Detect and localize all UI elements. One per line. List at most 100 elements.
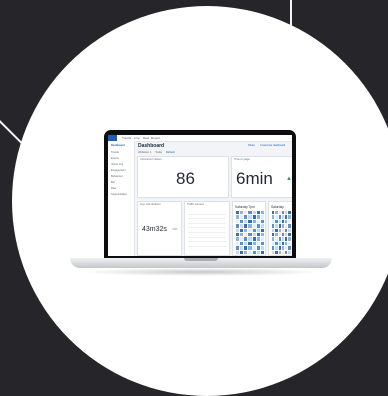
sidebar-item-behaviour[interactable]: Behaviour — [111, 175, 123, 178]
heatmap-cell — [257, 246, 260, 249]
heatmap-cell — [272, 251, 274, 254]
heatmap-cell — [279, 215, 281, 218]
heatmap-cell — [236, 246, 239, 249]
heatmap-cell — [240, 237, 243, 240]
tab-raw[interactable]: Raw — [143, 136, 149, 140]
heatmap-cell — [261, 242, 264, 245]
heatmap-cell — [236, 255, 239, 256]
heatmap-cell — [244, 246, 247, 249]
heatmap-cell — [261, 211, 264, 214]
sidebar-item-engagement[interactable]: Engagement — [111, 169, 126, 172]
customise-dashboard-link[interactable]: Customise dashboard — [260, 144, 285, 147]
heatmap — [272, 211, 292, 256]
tab-report[interactable]: Report — [151, 136, 160, 140]
heatmap-cell — [244, 220, 247, 223]
laptop: Trends Live Raw Report Dashboard Trends … — [70, 130, 332, 276]
heatmap-cell — [282, 224, 284, 227]
heatmap-cell — [282, 255, 284, 256]
heatmap-cell — [244, 255, 247, 256]
heatmap-cell — [275, 233, 277, 236]
heatmap-cell — [279, 233, 281, 236]
heatmap-cell — [288, 215, 290, 218]
heatmap-cell — [257, 220, 260, 223]
refresh-button[interactable]: Refresh — [166, 151, 175, 154]
heatmap-cell — [244, 229, 247, 232]
heatmap-cell — [285, 224, 287, 227]
filter-bar: Websites: 1 Today Refresh — [138, 151, 175, 154]
tab-live[interactable]: Live — [134, 136, 140, 140]
heatmap-cell — [272, 246, 274, 249]
heatmap-cell — [244, 233, 247, 236]
heatmap-cell — [288, 229, 290, 232]
table-row — [188, 242, 226, 247]
card-title: Traffic sources — [187, 203, 204, 206]
heatmap-cell — [288, 224, 290, 227]
heatmap-cell — [248, 220, 251, 223]
heatmap-cell — [248, 233, 251, 236]
traffic-sources-card: Traffic sources — [184, 201, 230, 256]
heatmap-cell — [282, 215, 284, 218]
heatmap-cell — [236, 224, 239, 227]
heatmap-cell — [285, 233, 287, 236]
sidebar-item-raw[interactable]: Raw — [111, 187, 116, 190]
heatmap — [236, 211, 264, 256]
heatmap-cell — [261, 220, 264, 223]
heatmap-cell — [236, 211, 239, 214]
heatmap-cell — [257, 242, 260, 245]
heatmap-cell — [285, 251, 287, 254]
heatmap-cell — [257, 229, 260, 232]
heatmap-cell — [248, 211, 251, 214]
heatmap-cell — [261, 229, 264, 232]
heatmap-cell — [288, 242, 290, 245]
trend-up-icon: ▲ — [286, 176, 292, 182]
heatmap-cell — [248, 255, 251, 256]
website-filter[interactable]: Websites: 1 — [138, 151, 152, 154]
date-filter[interactable]: Today — [155, 151, 162, 154]
sidebar-item-trends[interactable]: Trends — [111, 151, 119, 154]
heatmap-cell — [248, 237, 251, 240]
sidebar-item-bot[interactable]: Bot — [111, 181, 115, 184]
heatmap-cell — [272, 215, 274, 218]
laptop-notch — [184, 258, 218, 261]
heatmap-cell — [248, 229, 251, 232]
heatmap-cell — [240, 255, 243, 256]
metric-value: 43m32s — [142, 226, 167, 233]
heatmap-cell — [257, 255, 260, 256]
heatmap-cell — [279, 251, 281, 254]
trend-delta: +5% — [172, 228, 177, 231]
heatmap-cell — [285, 215, 287, 218]
heatmap-cell — [244, 215, 247, 218]
heatmap-cell — [248, 242, 251, 245]
heatmap-cell — [272, 220, 274, 223]
sidebar-item-dashboard[interactable]: Dashboard — [111, 144, 125, 147]
heatmap-cell — [279, 211, 281, 214]
heatmap-cell — [261, 246, 264, 249]
heatmap-cell — [279, 220, 281, 223]
heatmap-cell — [240, 246, 243, 249]
avg-visit-duration-card: Avg. visit duration 43m32s +5% — [137, 201, 182, 256]
tab-trends[interactable]: Trends — [122, 136, 131, 140]
sidebar-item-events[interactable]: Events — [111, 157, 119, 160]
sidebar-item-segmentation[interactable]: Segmentation — [111, 193, 127, 196]
share-link[interactable]: Share — [248, 144, 255, 147]
sidebar-item-visitor-log[interactable]: Visitor Log — [111, 163, 123, 166]
heatmap-cell — [240, 220, 243, 223]
heatmap-cell — [279, 246, 281, 249]
heatmap-cell — [240, 242, 243, 245]
heatmap-cell — [282, 211, 284, 214]
metric-value: 86 — [176, 169, 195, 189]
heatmap-cell — [244, 237, 247, 240]
heatmap-cell — [285, 246, 287, 249]
heatmap-cell — [261, 251, 264, 254]
heatmap-cell — [236, 242, 239, 245]
heatmap-cell — [240, 211, 243, 214]
visitors-by-hour-card: Saturday 7pm — [232, 201, 266, 256]
heatmap-cell — [288, 255, 290, 256]
heatmap-cell — [261, 233, 264, 236]
heatmap-cell — [244, 224, 247, 227]
heatmap-cell — [282, 251, 284, 254]
heatmap-cell — [285, 211, 287, 214]
heatmap-cell — [253, 251, 256, 254]
heatmap-cell — [288, 246, 290, 249]
heatmap-cell — [253, 211, 256, 214]
